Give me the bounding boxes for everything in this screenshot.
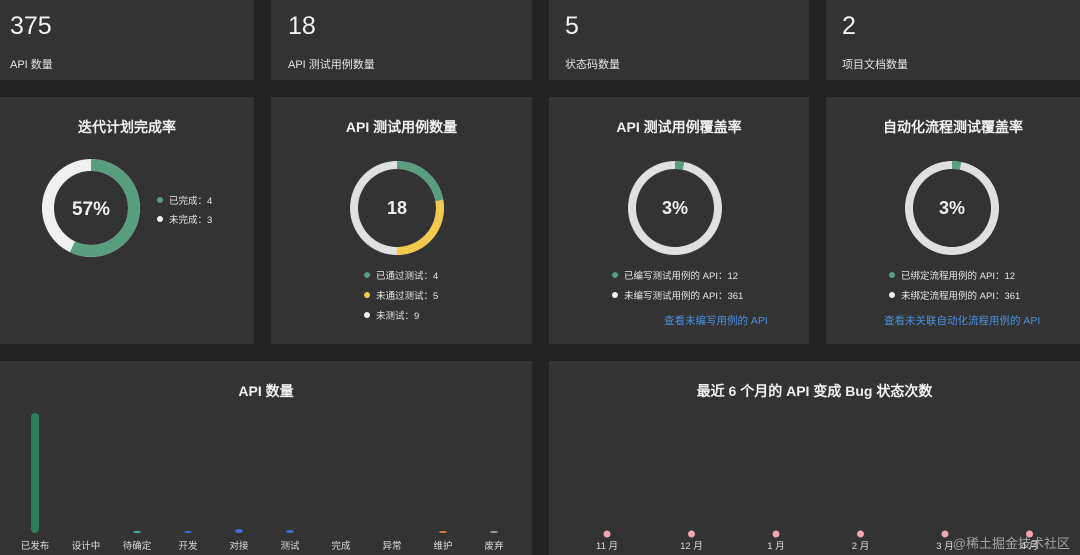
legend-uncovered: 未编写测试用例的 API：361: [612, 288, 743, 302]
watermark: @稀土掘金技术社区: [952, 536, 1070, 551]
stat-label: API 测试用例数量: [288, 59, 375, 71]
stat-card-api-count: 375 API 数量: [0, 0, 254, 80]
x-tick-label: 3 月: [936, 541, 953, 552]
bar-废弃[interactable]: [490, 531, 498, 533]
x-tick-label: 完成: [331, 540, 351, 552]
point-3 月[interactable]: [941, 530, 949, 538]
bug-count-line-chart-card: 最近 6 个月的 API 变成 Bug 状态次数 11 月 12 月1 月2 月3…: [549, 361, 1080, 555]
legend-dot: [889, 292, 895, 299]
legend-dot: [364, 312, 370, 319]
stat-value: 5: [565, 12, 579, 40]
testcase-coverage-card: API 测试用例覆盖率 3% 已编写测试用例的 API：12 未编写测试用例的 …: [549, 97, 809, 344]
bug-count-line-chart: 11 月 12 月1 月2 月3 月4 月: [596, 530, 1038, 552]
card-title: API 测试用例覆盖率: [616, 119, 742, 135]
donut-center-text: 18: [387, 198, 407, 218]
stat-label: API 数量: [10, 59, 53, 71]
legend-failed: 未通过测试：5: [364, 288, 438, 302]
x-tick-label: 测试: [280, 540, 300, 552]
stat-card-doc-count: 2 项目文档数量: [826, 0, 1080, 80]
testcase-count-card: API 测试用例数量 18 已通过测试：4 未通过测试：5 未测试：9: [271, 97, 532, 344]
api-count-bar-chart: 已发布 设计中 待确定 开发 对接 测试 完成 异常 维护 废弃: [21, 413, 504, 552]
stat-value: 2: [842, 12, 856, 40]
stat-card-testcase-count: 18 API 测试用例数量: [271, 0, 532, 80]
stat-value: 18: [288, 12, 316, 40]
legend-dot: [612, 272, 618, 279]
bar-开发[interactable]: [184, 531, 192, 533]
stat-label: 状态码数量: [565, 59, 620, 71]
api-count-bar-chart-card: API 数量 已发布 设计中 待确定 开发 对接 测试 完成 异常 维护 废弃: [0, 361, 532, 555]
x-tick-label: 1 月: [767, 541, 784, 552]
view-unlinked-flow-apis-link[interactable]: 查看未关联自动化流程用例的 API: [884, 313, 1040, 328]
legend-dot: [612, 292, 618, 299]
x-tick-label: 废弃: [484, 540, 504, 552]
bar-维护[interactable]: [439, 531, 447, 533]
legend-dot: [364, 272, 370, 279]
x-tick-label: 设计中: [72, 540, 101, 552]
x-tick-label: 2 月: [852, 541, 869, 552]
stat-label: 项目文档数量: [842, 59, 908, 71]
card-title: 迭代计划完成率: [78, 119, 176, 135]
card-title: 自动化流程测试覆盖率: [883, 119, 1023, 135]
stat-card-status-code-count: 5 状态码数量: [549, 0, 809, 80]
x-tick-label: 开发: [178, 540, 198, 552]
legend-passed: 已通过测试：4: [364, 268, 438, 282]
legend-dot: [157, 197, 163, 204]
legend-covered: 已编写测试用例的 API：12: [612, 268, 738, 282]
autoflow-coverage-card: 自动化流程测试覆盖率 3% 已绑定流程用例的 API：12 未绑定流程用例的 A…: [826, 97, 1080, 344]
coverage-donut: 3%: [628, 161, 722, 255]
point-11 月[interactable]: [603, 530, 611, 538]
legend-unbound: 未绑定流程用例的 API：361: [889, 288, 1020, 302]
card-title: API 测试用例数量: [345, 119, 458, 135]
legend-untested: 未测试：9: [364, 308, 419, 322]
x-tick-label: 12 月: [680, 541, 703, 552]
point-2 月[interactable]: [857, 530, 864, 538]
bar-对接[interactable]: [235, 528, 243, 533]
testcase-donut: 18: [350, 161, 444, 255]
point-1 月[interactable]: [772, 530, 780, 538]
legend-incomplete: 未完成：3: [157, 212, 212, 226]
bar-测试[interactable]: [286, 529, 294, 533]
stat-value: 375: [10, 12, 52, 40]
x-tick-label: 异常: [382, 540, 401, 552]
x-tick-label: 已发布: [21, 540, 50, 552]
bar-已发布[interactable]: [31, 413, 39, 533]
x-tick-label: 对接: [229, 540, 249, 552]
legend-completed: 已完成：4: [157, 193, 212, 207]
iteration-completion-card: 迭代计划完成率 57% 已完成：4 未完成：3: [0, 97, 254, 344]
point-12 月[interactable]: [688, 530, 695, 538]
iteration-donut: 57%: [42, 159, 140, 257]
x-tick-label: 维护: [433, 540, 452, 552]
x-tick-label: 11 月: [596, 541, 618, 552]
donut-center-text: 57%: [72, 199, 110, 220]
autoflow-donut: 3%: [905, 161, 999, 255]
legend-bound: 已绑定流程用例的 API：12: [889, 268, 1015, 282]
donut-center-text: 3%: [939, 198, 965, 218]
donut-center-text: 3%: [662, 198, 688, 218]
legend-dot: [889, 272, 895, 279]
bar-待确定[interactable]: [133, 531, 141, 533]
legend-dot: [157, 216, 163, 223]
legend-dot: [364, 292, 370, 299]
view-unwritten-apis-link[interactable]: 查看未编写用例的 API: [664, 313, 768, 328]
x-tick-label: 待确定: [123, 540, 152, 552]
